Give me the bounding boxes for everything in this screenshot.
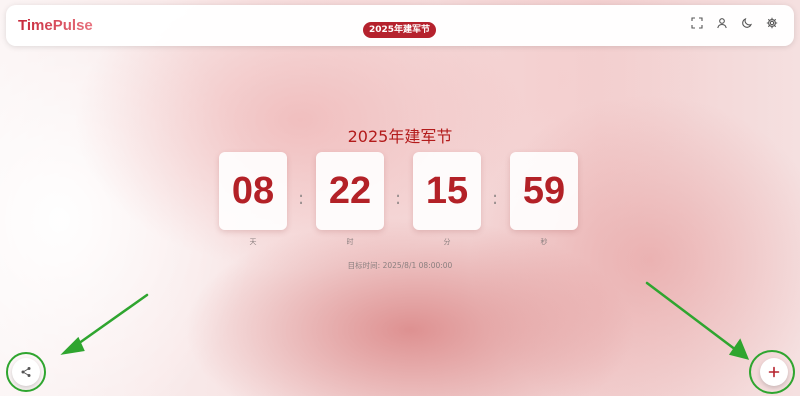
annotation-arrows	[60, 281, 750, 360]
arrow-to-share	[73, 293, 149, 348]
arrow-to-add	[645, 281, 738, 352]
arrow-head-share	[60, 336, 85, 355]
arrow-head-add	[728, 338, 750, 360]
